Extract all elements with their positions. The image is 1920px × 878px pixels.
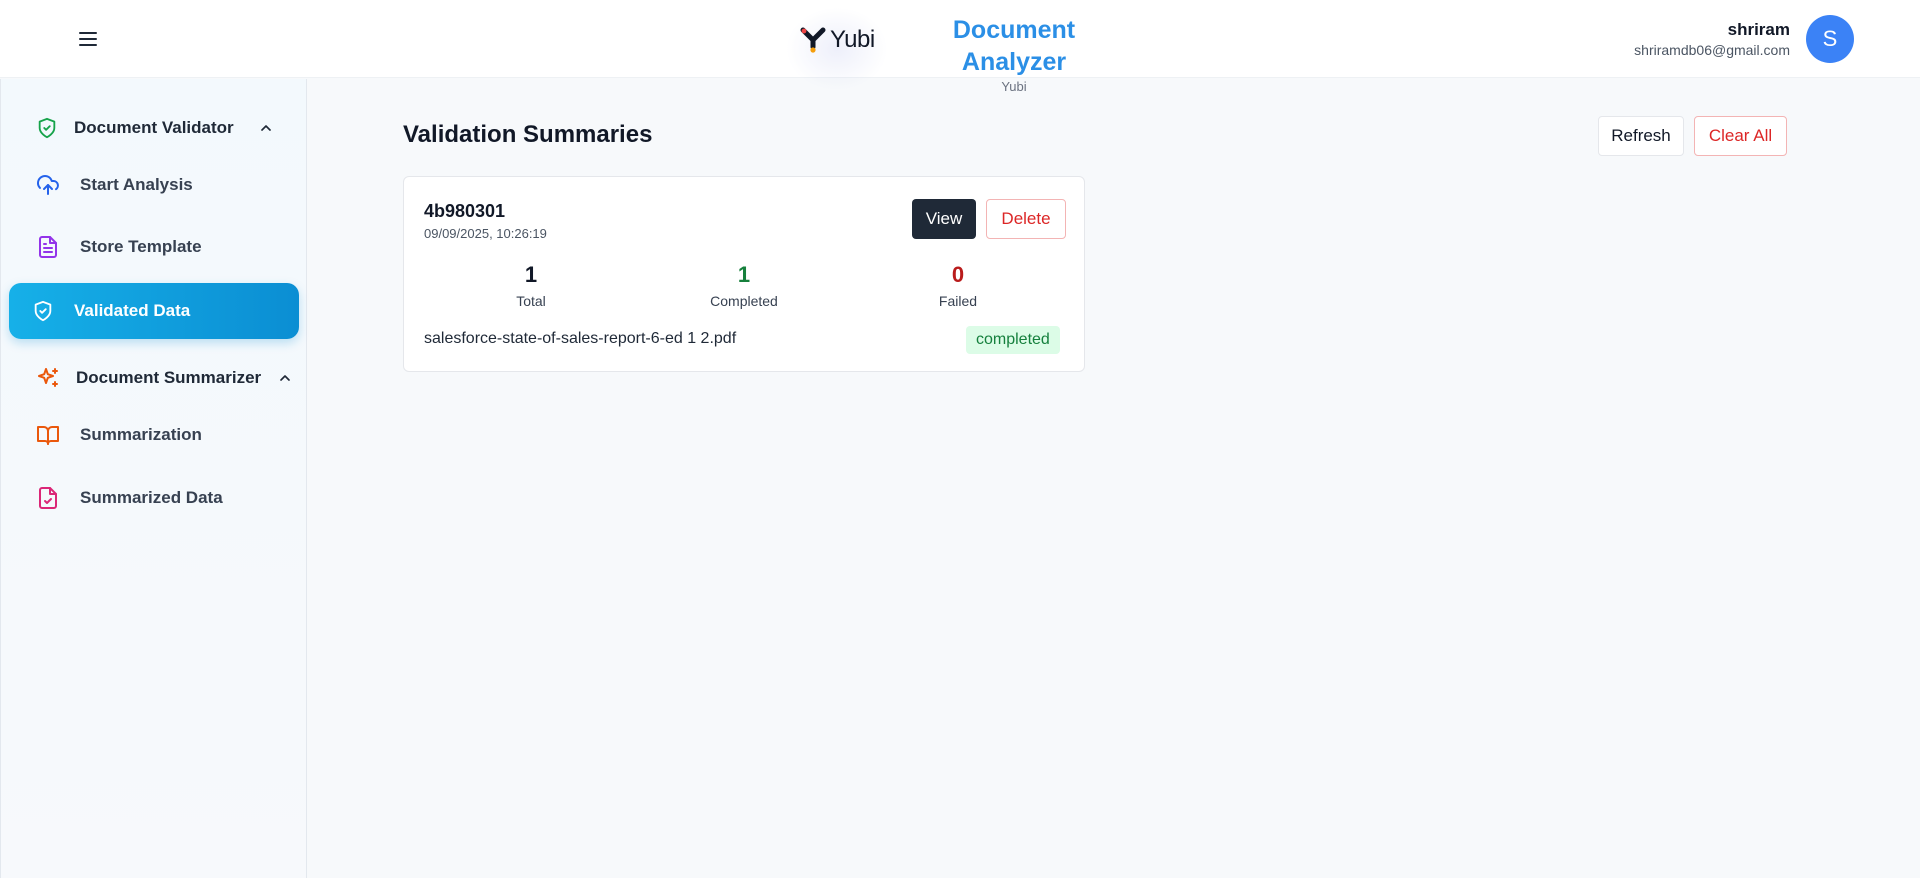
file-text-icon: [39, 236, 57, 258]
stat-total-value: 1: [524, 262, 538, 287]
sparkles-icon: [38, 368, 58, 387]
user-name: shriram: [1727, 20, 1790, 39]
user-profile[interactable]: shriram shriramdb06@gmail.com S: [1634, 15, 1854, 63]
shield-check-icon: [34, 300, 52, 322]
stat-completed: 1 Completed: [684, 261, 804, 311]
sidebar-group-label: Document Validator: [74, 118, 234, 137]
app-title: Document Analyzer: [952, 16, 1076, 76]
shield-check-icon: [38, 117, 56, 139]
avatar[interactable]: S: [1806, 15, 1854, 63]
delete-button[interactable]: Delete: [986, 199, 1066, 239]
summary-card: 4b980301 09/09/2025, 10:26:19 View Delet…: [403, 176, 1085, 372]
sidebar-item-label: Summarization: [80, 425, 202, 444]
sidebar-item-label: Store Template: [80, 237, 202, 256]
stat-total: 1 Total: [471, 261, 591, 311]
user-info: shriram shriramdb06@gmail.com: [1634, 19, 1790, 59]
view-button[interactable]: View: [912, 199, 976, 239]
sidebar-group-document-validator[interactable]: Document Validator: [36, 116, 274, 140]
logo-text: Yubi: [830, 26, 875, 53]
yubi-logo-icon: [800, 27, 826, 53]
hamburger-menu-icon[interactable]: [74, 26, 102, 52]
book-open-icon: [37, 426, 59, 445]
chevron-up-icon[interactable]: [258, 120, 274, 136]
stat-completed-value: 1: [737, 262, 751, 287]
sidebar-item-summarization[interactable]: Summarization: [36, 423, 202, 447]
sidebar: Document Validator Start Analysis Store …: [0, 79, 307, 878]
sidebar-item-label: Start Analysis: [80, 175, 193, 194]
summary-timestamp: 09/09/2025, 10:26:19: [424, 226, 547, 241]
file-check-icon: [39, 487, 57, 509]
summary-id: 4b980301: [424, 201, 506, 221]
app-subtitle: Yubi: [1001, 79, 1027, 94]
sidebar-item-label: Summarized Data: [80, 488, 223, 507]
sidebar-item-validated-data[interactable]: Validated Data: [9, 283, 299, 339]
sidebar-item-summarized-data[interactable]: Summarized Data: [36, 486, 223, 510]
clear-all-button[interactable]: Clear All: [1694, 116, 1787, 156]
sidebar-item-start-analysis[interactable]: Start Analysis: [36, 173, 193, 197]
sidebar-group-label: Document Summarizer: [76, 368, 262, 387]
refresh-button[interactable]: Refresh: [1598, 116, 1684, 156]
page-title: Validation Summaries: [403, 121, 653, 148]
file-name: salesforce-state-of-sales-report-6-ed 1 …: [424, 330, 737, 347]
chevron-up-icon[interactable]: [277, 370, 293, 386]
brand-logo[interactable]: Yubi: [782, 4, 892, 94]
top-header: Yubi Document Analyzer Yubi shriram shri…: [0, 0, 1920, 94]
sidebar-item-store-template[interactable]: Store Template: [36, 235, 202, 259]
sidebar-group-document-summarizer[interactable]: Document Summarizer: [36, 366, 293, 390]
stat-failed-label: Failed: [938, 293, 978, 309]
sidebar-item-label: Validated Data: [74, 301, 191, 320]
stat-failed: 0 Failed: [898, 261, 1018, 311]
cloud-upload-icon: [37, 175, 59, 195]
stat-failed-value: 0: [951, 262, 965, 287]
stat-total-label: Total: [516, 293, 546, 309]
app-title-block: Document Analyzer Yubi: [900, 14, 1128, 96]
status-badge: completed: [966, 326, 1060, 354]
stat-completed-label: Completed: [710, 293, 778, 309]
user-email: shriramdb06@gmail.com: [1634, 42, 1790, 58]
